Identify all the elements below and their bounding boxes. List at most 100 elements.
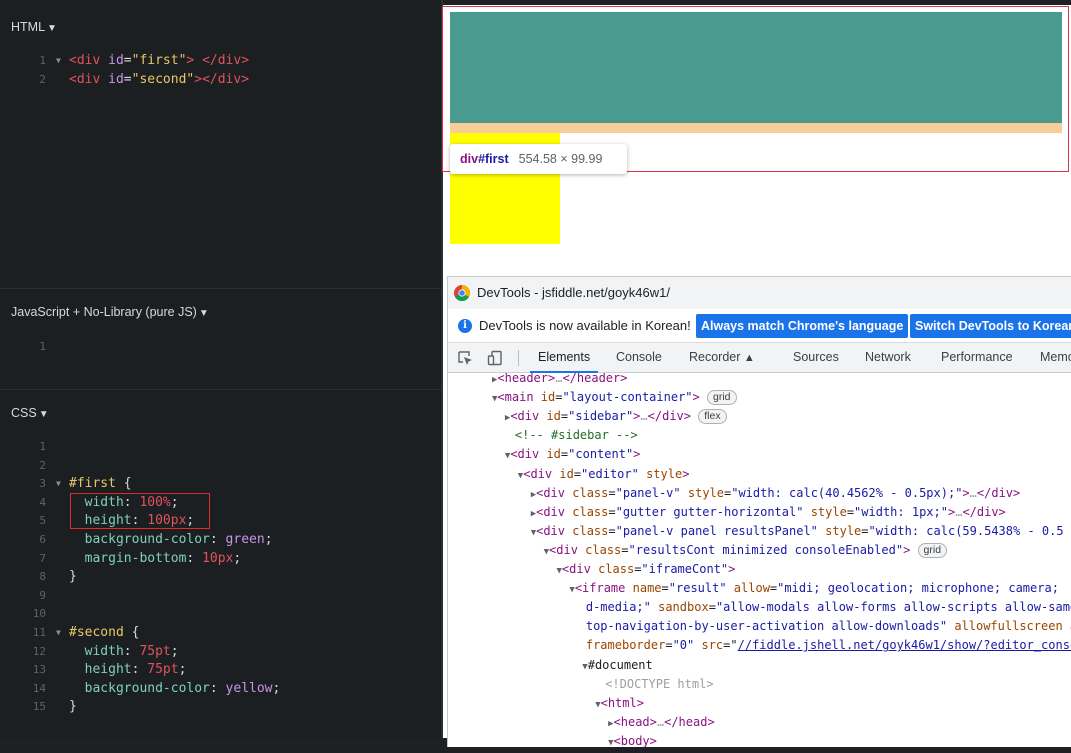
tab-sources[interactable]: Sources <box>793 343 839 372</box>
code-token: #first <box>69 476 116 492</box>
devtools-titlebar[interactable]: DevTools - jsfiddle.net/goyk46w1/ <box>448 277 1071 309</box>
code-token: <div <box>69 71 101 87</box>
dom-node-line[interactable]: <!DOCTYPE html> <box>605 675 713 694</box>
dom-node-line[interactable]: ▼<div class="resultsCont minimized conso… <box>544 541 948 560</box>
code-line[interactable]: 2 <div id="second"></div> <box>0 71 441 90</box>
dom-node-line[interactable]: <!-- #sidebar --> <box>515 426 638 445</box>
dom-node-line[interactable]: ▼<div class="panel-v panel resultsPanel"… <box>531 522 1064 541</box>
dom-token: "content" <box>568 447 634 462</box>
code-line[interactable]: 5 height: 100px; <box>0 512 441 531</box>
tab-console[interactable]: Console <box>616 343 662 372</box>
caret-down-icon[interactable]: ▼ <box>199 308 209 319</box>
code-token: { <box>115 476 132 492</box>
toolbar-separator <box>518 350 519 366</box>
dom-node-line[interactable]: ▶<head>…</head> <box>608 713 715 732</box>
panel-divider[interactable] <box>0 288 441 289</box>
dom-token: … <box>969 485 977 500</box>
switch-to-korean-button[interactable]: Switch DevTools to Korean <box>910 314 1071 338</box>
result-top-strip <box>441 0 1071 5</box>
html-panel-header[interactable]: HTML ▼ <box>11 20 57 34</box>
code-line[interactable]: 13 height: 75pt; <box>0 661 441 680</box>
code-line[interactable]: 4 width: 100%; <box>0 494 441 513</box>
dom-node-line[interactable]: frameborder="0" src="//fiddle.jshell.net… <box>586 636 1071 655</box>
code-token: > <box>194 71 203 87</box>
css-code-editor[interactable]: 1 2 3 ▼ #first {4 width: 100%; 5 height: 100p… <box>0 438 441 717</box>
code-line[interactable]: 14 background-color: yellow; <box>0 680 441 699</box>
always-match-language-button[interactable]: Always match Chrome's language <box>696 314 909 338</box>
tab-elements[interactable]: Elements <box>529 343 599 373</box>
code-token: 75pt <box>139 643 171 659</box>
html-code-editor[interactable]: 1 ▼ <div id="first"> </div> 2 <div id="secon… <box>0 52 441 89</box>
dom-token: = <box>608 504 616 519</box>
fold-arrow-icon[interactable]: ▼ <box>56 475 61 494</box>
code-token: : <box>131 662 148 678</box>
code-text: background-color: green; <box>69 531 273 550</box>
dom-node-line[interactable]: ▼<div id="content"> <box>505 445 641 464</box>
tab-recorder-label: Recorder <box>689 350 741 364</box>
dom-node-line[interactable]: top-navigation-by-user-activation allow-… <box>586 617 1071 636</box>
code-line[interactable]: 10 <box>0 605 441 624</box>
fold-arrow-icon[interactable]: ▼ <box>56 52 61 71</box>
dom-node-line[interactable]: ▼<iframe name="result" allow="midi; geol… <box>569 579 1059 598</box>
layout-badge[interactable]: flex <box>698 409 727 425</box>
dom-node-line[interactable]: ▶<div id="sidebar">…</div> flex <box>505 407 727 426</box>
dom-node-line[interactable]: ▶<header>…</header> <box>492 373 627 388</box>
dom-token: style <box>825 523 862 538</box>
dom-token: <header> <box>497 373 556 385</box>
code-line[interactable]: 15} <box>0 698 441 717</box>
caret-down-icon[interactable]: ▼ <box>47 23 57 34</box>
dom-token: style <box>687 485 724 500</box>
dom-node-line[interactable]: ▼<div id="editor" style> <box>518 465 690 484</box>
elements-dom-tree[interactable]: ▶<header>…</header> ▼<main id="layout-con… <box>448 373 1071 753</box>
line-number: 1 <box>39 340 46 353</box>
dom-token: "allow-modals allow-forms allow-scripts … <box>715 600 1071 615</box>
dom-node-line[interactable]: d-media;" sandbox="allow-modals allow-fo… <box>586 598 1071 617</box>
layout-badge[interactable]: grid <box>706 390 737 406</box>
dom-token: … <box>640 409 648 424</box>
js-panel-header[interactable]: JavaScript + No-Library (pure JS) ▼ <box>11 305 209 319</box>
code-line[interactable]: 6 background-color: green; <box>0 531 441 550</box>
dom-token: "resultsCont minimized consoleEnabled" <box>628 542 904 557</box>
devtools-window: DevTools - jsfiddle.net/goyk46w1/ i DevT… <box>447 276 1071 748</box>
code-token: ; <box>178 662 187 678</box>
tab-recorder[interactable]: Recorder ▲ <box>689 343 755 372</box>
code-line[interactable]: 12 width: 75pt; <box>0 643 441 662</box>
dom-node-line[interactable]: ▼<div class="iframeCont"> <box>557 560 736 579</box>
tab-network[interactable]: Network <box>865 343 911 372</box>
dom-token: <div <box>561 562 591 576</box>
code-token: { <box>123 624 140 640</box>
code-line[interactable]: 3 ▼ #first { <box>0 475 441 494</box>
js-code-editor[interactable]: 1 <box>0 338 441 357</box>
code-line[interactable]: 8} <box>0 568 441 587</box>
dom-node-line[interactable]: ▶<div class="gutter gutter-horizontal" s… <box>531 503 1006 522</box>
inspect-element-icon[interactable] <box>457 350 473 366</box>
tab-performance[interactable]: Performance <box>941 343 1013 372</box>
caret-down-icon[interactable]: ▼ <box>39 409 49 420</box>
line-number: 2 <box>39 72 46 86</box>
dom-token[interactable]: //fiddle.jshell.net/goyk46w1/show/?edito… <box>738 638 1071 652</box>
dom-node-line[interactable]: ▼<html> <box>595 694 644 713</box>
code-line[interactable]: 1 ▼ <div id="first"> </div> <box>0 52 441 71</box>
code-line[interactable]: 11 ▼ #second { <box>0 624 441 643</box>
panel-divider[interactable] <box>0 389 441 390</box>
code-line[interactable]: 2 <box>0 457 441 476</box>
code-line[interactable]: 1 <box>0 338 441 357</box>
dom-token: </header> <box>562 373 628 385</box>
devtools-title: DevTools - jsfiddle.net/goyk46w1/ <box>477 285 670 300</box>
code-line[interactable]: 7 margin-bottom: 10px; <box>0 550 441 569</box>
dom-node-line[interactable]: ▼<main id="layout-container"> grid <box>492 388 737 407</box>
code-token: : <box>209 531 226 547</box>
dom-node-line[interactable]: ▶<div class="panel-v" style="width: calc… <box>531 484 1021 503</box>
css-panel-header[interactable]: CSS ▼ <box>11 406 49 420</box>
dom-token: id <box>546 409 561 424</box>
dom-node-line[interactable]: ▼#document <box>582 656 652 675</box>
dom-node-line[interactable]: ▼<body> <box>608 732 657 751</box>
layout-badge[interactable]: grid <box>917 542 948 558</box>
fold-arrow-icon[interactable]: ▼ <box>56 624 61 643</box>
code-line[interactable]: 1 <box>0 438 441 457</box>
device-toolbar-icon[interactable] <box>487 350 503 366</box>
dom-token: <div <box>510 447 540 462</box>
tab-memory[interactable]: Memo <box>1040 343 1071 372</box>
code-line[interactable]: 9 <box>0 587 441 606</box>
